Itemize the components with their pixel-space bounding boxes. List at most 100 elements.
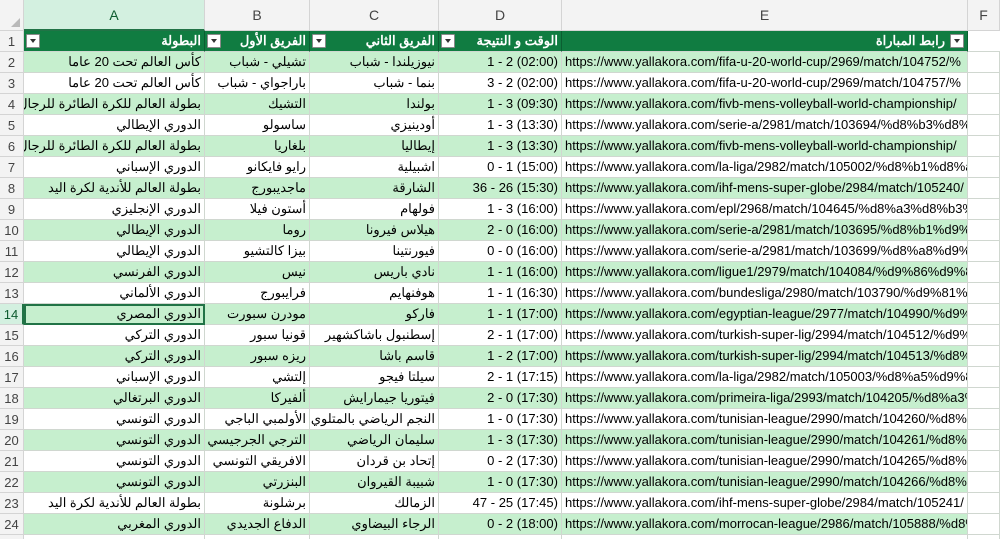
- filter-dropdown-button[interactable]: [26, 34, 40, 48]
- cell-tournament[interactable]: الدوري الإنجليزي: [24, 199, 205, 220]
- cell-tournament[interactable]: كأس العالم تحت 20 عاما: [24, 52, 205, 73]
- cell-team-one[interactable]: بلغاريا: [205, 136, 310, 157]
- cell-tournament[interactable]: الدوري المصري: [24, 304, 205, 325]
- cell-tournament[interactable]: الدوري التونسي: [24, 430, 205, 451]
- cell-team-one[interactable]: باراجواي - شباب: [205, 73, 310, 94]
- empty-cell[interactable]: [968, 409, 1000, 430]
- column-header-b[interactable]: B: [205, 0, 310, 31]
- cell-team-one[interactable]: نيس: [205, 262, 310, 283]
- cell-match-link[interactable]: https://www.yallakora.com/turkish-super-…: [562, 325, 968, 346]
- row-header[interactable]: 17: [0, 367, 24, 388]
- cell-time-result[interactable]: (17:15) 1 - 2: [439, 367, 562, 388]
- header-cell-match-link[interactable]: رابط المباراة: [562, 31, 968, 52]
- cell-team-two[interactable]: قاسم باشا: [310, 346, 439, 367]
- row-header[interactable]: 10: [0, 220, 24, 241]
- cell-team-two[interactable]: إيطاليا: [310, 136, 439, 157]
- cell-team-one[interactable]: مودرن سبورت: [205, 304, 310, 325]
- cell-team-one[interactable]: الافريقي التونسي: [205, 451, 310, 472]
- cell-time-result[interactable]: (16:30) 1 - 1: [439, 283, 562, 304]
- cell-time-result[interactable]: (17:30) 3 - 1: [439, 430, 562, 451]
- cell-time-result[interactable]: (16:00) 1 - 1: [439, 262, 562, 283]
- cell-team-one[interactable]: الترجي الجرجيسي: [205, 430, 310, 451]
- cell-tournament[interactable]: الدوري المغربي: [24, 514, 205, 535]
- select-all-button[interactable]: [0, 0, 24, 31]
- cell-team-one[interactable]: أستون فيلا: [205, 199, 310, 220]
- cell-match-link[interactable]: https://www.yallakora.com/tunisian-leagu…: [562, 451, 968, 472]
- cell-time-result[interactable]: (16:00) 3 - 1: [439, 199, 562, 220]
- cell-time-result[interactable]: (17:45) 25 - 47: [439, 493, 562, 514]
- row-header[interactable]: 19: [0, 409, 24, 430]
- empty-cell[interactable]: [968, 451, 1000, 472]
- cell-team-one[interactable]: ريزه سبور: [205, 346, 310, 367]
- cell-team-one[interactable]: البنزرتي: [205, 472, 310, 493]
- cell-time-result[interactable]: (13:30) 3 - 1: [439, 115, 562, 136]
- empty-cell[interactable]: [968, 472, 1000, 493]
- cell-match-link[interactable]: https://www.yallakora.com/tunisian-leagu…: [562, 430, 968, 451]
- cell-time-result[interactable]: (13:30) 3 - 1: [439, 136, 562, 157]
- cell-tournament[interactable]: كأس العالم تحت 20 عاما: [24, 73, 205, 94]
- cell-tournament[interactable]: الدوري التركي: [24, 325, 205, 346]
- empty-cell[interactable]: [968, 178, 1000, 199]
- cell-tournament[interactable]: بطولة العالم للكرة الطائرة للرجال: [24, 94, 205, 115]
- cell-match-link[interactable]: https://www.yallakora.com/fifa-u-20-worl…: [562, 52, 968, 73]
- column-header-e[interactable]: E: [562, 0, 968, 31]
- empty-cell[interactable]: [968, 73, 1000, 94]
- cell-match-link[interactable]: https://www.yallakora.com/serie-a/2981/m…: [562, 241, 968, 262]
- empty-cell[interactable]: [968, 52, 1000, 73]
- row-header[interactable]: 11: [0, 241, 24, 262]
- cell-team-one[interactable]: فرايبورج: [205, 283, 310, 304]
- row-header[interactable]: 16: [0, 346, 24, 367]
- cell-match-link[interactable]: https://www.yallakora.com/primeira-liga/…: [562, 388, 968, 409]
- cell-time-result[interactable]: (02:00) 2 - 1: [439, 52, 562, 73]
- empty-cell[interactable]: [968, 346, 1000, 367]
- cell-team-two[interactable]: نيوزيلندا - شباب: [310, 52, 439, 73]
- cell-tournament[interactable]: بطولة العالم للكرة الطائرة للرجال: [24, 136, 205, 157]
- cell-team-two[interactable]: الشارقة: [310, 178, 439, 199]
- cell-time-result[interactable]: (17:00) 1 - 1: [439, 304, 562, 325]
- cell-team-one[interactable]: رايو فايكانو: [205, 157, 310, 178]
- cell-time-result[interactable]: (02:00) 2 - 3: [439, 73, 562, 94]
- filter-dropdown-button[interactable]: [950, 34, 964, 48]
- empty-cell[interactable]: [968, 157, 1000, 178]
- row-header[interactable]: 9: [0, 199, 24, 220]
- row-header[interactable]: 5: [0, 115, 24, 136]
- row-header[interactable]: 21: [0, 451, 24, 472]
- cell-match-link[interactable]: https://www.yallakora.com/fifa-u-20-worl…: [562, 73, 968, 94]
- row-header[interactable]: 24: [0, 514, 24, 535]
- cell-team-two[interactable]: الرجاء البيضاوي: [310, 514, 439, 535]
- row-header[interactable]: 18: [0, 388, 24, 409]
- cell-team-two[interactable]: هيلاس فيرونا: [310, 220, 439, 241]
- cell-team-one[interactable]: قونيا سبور: [205, 325, 310, 346]
- cell-team-two[interactable]: بولندا: [310, 94, 439, 115]
- empty-cell[interactable]: [968, 115, 1000, 136]
- row-header[interactable]: 20: [0, 430, 24, 451]
- cell-tournament[interactable]: بطولة العالم للأندية لكرة اليد: [24, 178, 205, 199]
- cell-time-result[interactable]: (16:00) 0 - 2: [439, 220, 562, 241]
- empty-cell[interactable]: [968, 535, 1000, 539]
- cell-match-link[interactable]: https://www.yallakora.com/ihf-mens-super…: [562, 493, 968, 514]
- cell-time-result[interactable]: (16:00) 0 - 0: [439, 241, 562, 262]
- cell-team-two[interactable]: النجم الرياضي بالمتلوي: [310, 409, 439, 430]
- filter-dropdown-button[interactable]: [207, 34, 221, 48]
- cell-team-two[interactable]: اشبيلية: [310, 157, 439, 178]
- cell-tournament[interactable]: الدوري الإسباني: [24, 157, 205, 178]
- cell-match-link[interactable]: https://www.yallakora.com/ligue1/2979/ma…: [562, 262, 968, 283]
- empty-cell[interactable]: [968, 94, 1000, 115]
- cell-team-one[interactable]: بيزا كالتشيو: [205, 241, 310, 262]
- cell-time-result[interactable]: (17:00) 2 - 1: [439, 346, 562, 367]
- header-cell-tournament[interactable]: البطولة: [24, 31, 205, 52]
- empty-cell[interactable]: [968, 493, 1000, 514]
- cell-team-two[interactable]: بنما - شباب: [310, 73, 439, 94]
- cell-match-link[interactable]: https://www.yallakora.com/egyptian-leagu…: [562, 304, 968, 325]
- cell-time-result[interactable]: (15:30) 26 - 36: [439, 178, 562, 199]
- cell-match-link[interactable]: https://www.yallakora.com/fivb-mens-voll…: [562, 94, 968, 115]
- row-header[interactable]: 15: [0, 325, 24, 346]
- header-cell-team-one[interactable]: الفريق الأول: [205, 31, 310, 52]
- cell-team-two[interactable]: هوفنهايم: [310, 283, 439, 304]
- cell-match-link[interactable]: https://www.yallakora.com/bundesliga/298…: [562, 283, 968, 304]
- cell-match-link[interactable]: https://www.yallakora.com/la-liga/2982/m…: [562, 367, 968, 388]
- cell-team-two[interactable]: إسطنبول باشاكشهير: [310, 325, 439, 346]
- cell-time-result[interactable]: (17:30) 0 - 1: [439, 472, 562, 493]
- empty-cell[interactable]: [968, 31, 1000, 52]
- cell-team-two[interactable]: فولهام: [310, 199, 439, 220]
